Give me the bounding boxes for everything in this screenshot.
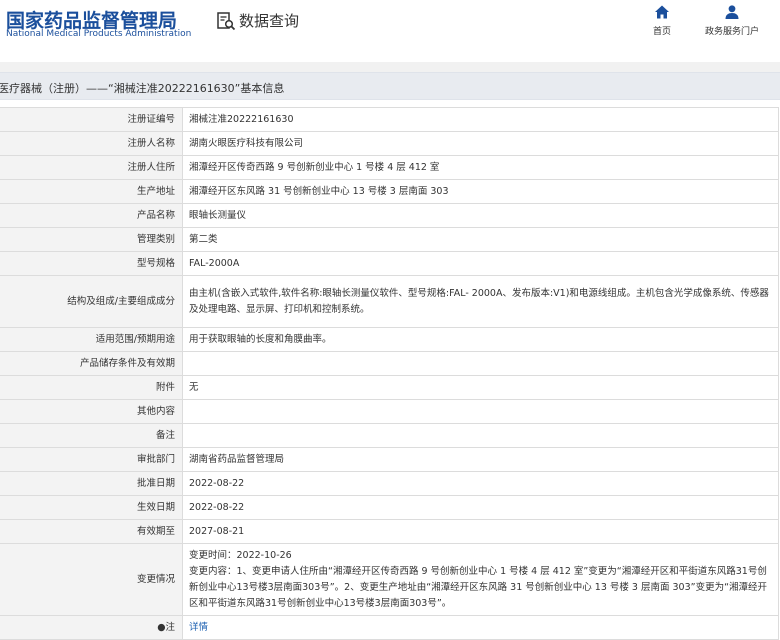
field-label: 批准日期 [0, 471, 183, 496]
nav-home-link[interactable]: 首页 [649, 4, 675, 37]
field-label: 备注 [0, 423, 183, 448]
field-value [182, 423, 779, 448]
table-row: 管理类别 第二类 [0, 227, 779, 252]
table-row: 有效期至 2027-08-21 [0, 519, 779, 544]
field-label: 注册人名称 [0, 131, 183, 156]
table-row: ●注 详情 [0, 615, 779, 640]
table-row: 附件无 [0, 375, 779, 400]
field-value [182, 399, 779, 424]
user-icon [725, 5, 739, 19]
home-icon [655, 5, 669, 19]
field-value: FAL-2000A [182, 251, 779, 276]
field-label: ●注 [0, 615, 183, 640]
record-title: 医疗器械（注册）——“湘械注准20222161630”基本信息 [0, 82, 285, 95]
field-value: 2022-08-22 [182, 471, 779, 496]
table-row: 注册人名称 湖南火眼医疗科技有限公司 [0, 131, 779, 156]
field-value: 无 [182, 375, 779, 400]
field-value: 2022-08-22 [182, 495, 779, 520]
field-value: 2027-08-21 [182, 519, 779, 544]
table-row: 注册证编号 湘械注准20222161630 [0, 107, 779, 132]
field-label: 变更情况 [0, 543, 183, 616]
table-row: 注册人住所 湘潭经开区传奇西路 9 号创新创业中心 1 号楼 4 层 412 室 [0, 155, 779, 180]
table-row: 审批部门 湖南省药品监督管理局 [0, 447, 779, 472]
field-value: 湖南省药品监督管理局 [182, 447, 779, 472]
field-label: 有效期至 [0, 519, 183, 544]
data-query-label: 数据查询 [239, 12, 300, 30]
field-value: 湘械注准20222161630 [182, 107, 779, 132]
field-value: 湖南火眼医疗科技有限公司 [182, 131, 779, 156]
header-separator [0, 62, 780, 72]
field-label: 审批部门 [0, 447, 183, 472]
nav-service-portal-link[interactable]: 政务服务门户 [700, 4, 764, 37]
field-label: 注册人住所 [0, 155, 183, 180]
field-label: 注册证编号 [0, 107, 183, 132]
field-label: 其他内容 [0, 399, 183, 424]
field-label: 型号规格 [0, 251, 183, 276]
field-value: 湘潭经开区东风路 31 号创新创业中心 13 号楼 3 层南面 303 [182, 179, 779, 204]
field-value-cell: 详情 [182, 615, 779, 640]
table-row: 适用范围/预期用途 用于获取眼轴的长度和角膜曲率。 [0, 327, 779, 352]
field-label: 生效日期 [0, 495, 183, 520]
details-link[interactable]: 详情 [189, 622, 208, 633]
table-row: 型号规格 FAL-2000A [0, 251, 779, 276]
field-label: 管理类别 [0, 227, 183, 252]
table-row: 生效日期 2022-08-22 [0, 495, 779, 520]
record-title-bar: 医疗器械（注册）——“湘械注准20222161630”基本信息 [0, 72, 780, 100]
table-row: 备注 [0, 423, 779, 448]
data-query-heading: 数据查询 [216, 10, 299, 31]
field-label: 适用范围/预期用途 [0, 327, 183, 352]
search-document-icon [217, 11, 236, 30]
table-row: 产品储存条件及有效期 [0, 351, 779, 376]
field-label: 产品名称 [0, 203, 183, 228]
registration-info-table: 注册证编号 湘械注准20222161630 注册人名称 湖南火眼医疗科技有限公司 注册人… [0, 107, 779, 640]
table-row: 生产地址 湘潭经开区东风路 31 号创新创业中心 13 号楼 3 层南面 303 [0, 179, 779, 204]
nav-home-label: 首页 [652, 27, 671, 37]
field-label: 附件 [0, 375, 183, 400]
field-value: 变更时间：2022-10-26 变更内容：1、变更申请人住所由“湘潭经开区传奇西… [182, 543, 779, 616]
site-header: 国家药品监督管理局 National Medical Products Admi… [0, 0, 780, 62]
field-value: 眼轴长测量仪 [182, 203, 779, 228]
table-row: 变更情况 变更时间：2022-10-26 变更内容：1、变更申请人住所由“湘潭经开… [0, 543, 779, 616]
field-value: 第二类 [182, 227, 779, 252]
table-row: 产品名称 眼轴长测量仪 [0, 203, 779, 228]
table-row: 批准日期 2022-08-22 [0, 471, 779, 496]
field-value: 由主机(含嵌入式软件,软件名称:眼轴长测量仪软件、型号规格:FAL- 2000A… [182, 275, 779, 328]
nav-service-label: 政务服务门户 [704, 27, 759, 37]
field-value: 湘潭经开区传奇西路 9 号创新创业中心 1 号楼 4 层 412 室 [182, 155, 779, 180]
table-row: 结构及组成/主要组成成分 由主机(含嵌入式软件,软件名称:眼轴长测量仪软件、型号规… [0, 275, 779, 328]
field-label: 产品储存条件及有效期 [0, 351, 183, 376]
field-label: 结构及组成/主要组成成分 [0, 275, 183, 328]
field-value: 用于获取眼轴的长度和角膜曲率。 [182, 327, 779, 352]
table-row: 其他内容 [0, 399, 779, 424]
site-logo-subtitle: National Medical Products Administration [6, 29, 192, 39]
field-value [182, 351, 779, 376]
field-label: 生产地址 [0, 179, 183, 204]
